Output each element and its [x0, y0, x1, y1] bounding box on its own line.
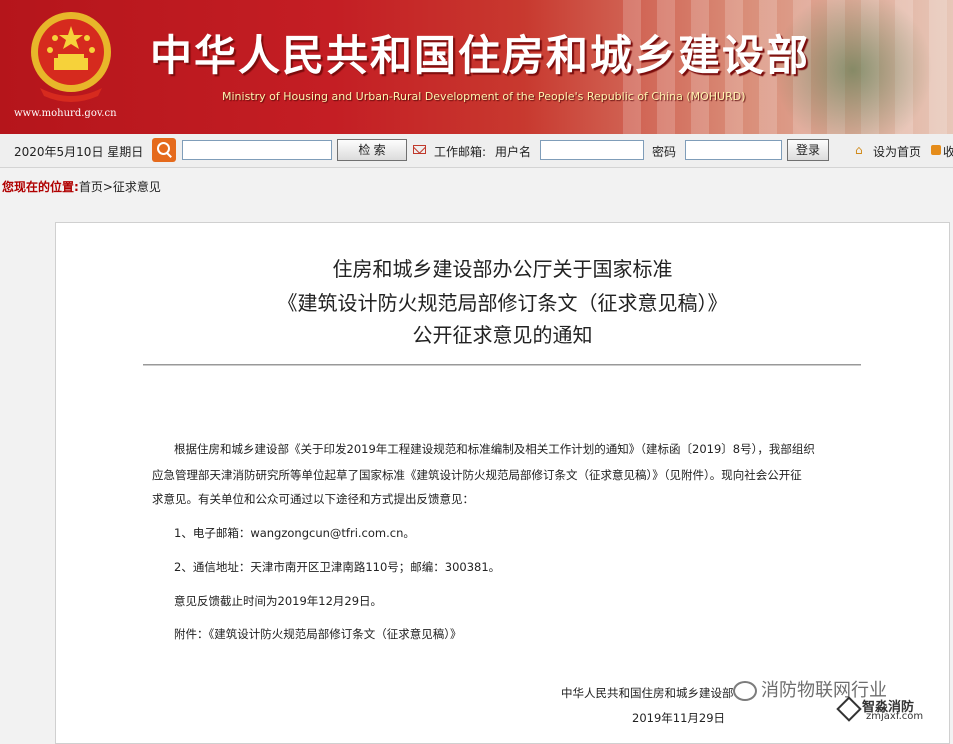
deadline-note: 意见反馈截止时间为2019年12月29日。 — [174, 594, 383, 608]
site-url: www.mohurd.gov.cn — [14, 108, 117, 119]
contact-email: 1、电子邮箱：wangzongcun@tfri.com.cn。 — [174, 526, 415, 540]
search-button[interactable]: 检 索 — [337, 139, 407, 161]
mailbox-label: 工作邮箱: — [434, 145, 487, 159]
favorite-link[interactable]: 收 — [943, 143, 953, 160]
breadcrumb-path[interactable]: 首页>征求意见 — [79, 180, 161, 194]
site-title: 中华人民共和国住房和城乡建设部 — [150, 31, 811, 80]
brand-url: zmjaxf.com — [866, 711, 924, 722]
home-icon: ⌂ — [855, 143, 863, 157]
signature-date: 2019年11月29日 — [632, 711, 726, 725]
top-toolbar: 2020年5月10日 星期日 检 索 工作邮箱: 用户名 密码 登录 ⌂ 设为首… — [0, 134, 953, 168]
breadcrumb: 您现在的位置:首页>征求意见 — [2, 178, 161, 195]
article-title-line-1: 住房和城乡建设部办公厅关于国家标准 — [332, 257, 673, 281]
rss-icon — [931, 145, 941, 155]
search-input[interactable] — [182, 140, 332, 160]
article-title-line-3: 公开征求意见的通知 — [412, 323, 593, 347]
article-panel: 住房和城乡建设部办公厅关于国家标准 《建筑设计防火规范局部修订条文（征求意见稿）… — [55, 222, 950, 744]
wechat-icon — [733, 681, 757, 701]
password-label: 密码 — [652, 145, 677, 159]
current-date: 2020年5月10日 星期日 — [14, 145, 144, 159]
site-banner: www.mohurd.gov.cn 中华人民共和国住房和城乡建设部 Minist… — [0, 0, 953, 134]
attachment-link[interactable]: 附件：《建筑设计防火规范局部修订条文（征求意见稿）》 — [174, 626, 462, 642]
login-button[interactable]: 登录 — [787, 139, 829, 161]
mail-icon — [413, 145, 426, 154]
title-divider — [143, 364, 861, 365]
username-field[interactable] — [540, 140, 644, 160]
signature: 中华人民共和国住房和城乡建设部 — [561, 686, 734, 700]
username-label: 用户名 — [495, 145, 532, 159]
breadcrumb-label: 您现在的位置: — [2, 180, 79, 194]
search-icon[interactable] — [152, 138, 176, 162]
article-title-line-2: 《建筑设计防火规范局部修订条文（征求意见稿）》 — [277, 291, 728, 315]
body-line-2: 应急管理部天津消防研究所等单位起草了国家标准《建筑设计防火规范局部修订条文（征求… — [152, 468, 802, 482]
body-line-3: 求意见。有关单位和公众可通过以下途径和方式提出反馈意见： — [152, 492, 474, 506]
site-title-en: Ministry of Housing and Urban-Rural Deve… — [222, 90, 746, 103]
brand-logo-icon — [836, 696, 862, 722]
body-line-1: 根据住房和城乡建设部《关于印发2019年工程建设规范和标准编制及相关工作计划的通… — [174, 442, 815, 456]
contact-address: 2、通信地址：天津市南开区卫津南路110号；邮编：300381。 — [174, 560, 501, 574]
password-field[interactable] — [685, 140, 782, 160]
brand-watermark: 智淼消防 zmjaxf.com — [836, 696, 926, 724]
set-home-link[interactable]: 设为首页 — [873, 143, 921, 160]
national-emblem-icon — [31, 12, 111, 102]
